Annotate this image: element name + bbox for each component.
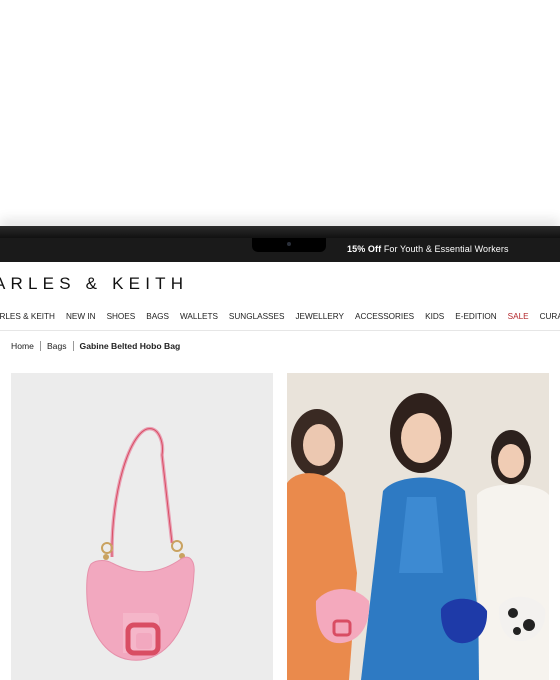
breadcrumb-bags[interactable]: Bags [47,341,67,351]
nav-item-sale[interactable]: SALE [508,309,529,325]
nav-item-sunglasses[interactable]: SUNGLASSES [229,309,285,325]
breadcrumb-home[interactable]: Home [11,341,34,351]
nav-item-e-edition[interactable]: E-EDITION [455,309,496,325]
nav-divider [0,330,560,331]
breadcrumb-current: Gabine Belted Hobo Bag [79,341,181,351]
nav-item-shoes[interactable]: SHOES [107,309,136,325]
promo-message[interactable]: 15% Off For Youth & Essential Workers [347,244,509,254]
breadcrumb: Home Bags Gabine Belted Hobo Bag [11,341,180,351]
nav-item-kids[interactable]: KIDS [425,309,444,325]
model-image[interactable] [287,373,549,680]
nav-item-brand[interactable]: ARLES & KEITH [0,309,55,325]
nav-item-bags[interactable]: BAGS [146,309,169,325]
breadcrumb-separator [72,341,74,351]
brand-logo[interactable]: ARLES & KEITH [0,274,188,294]
handbag-image [11,373,273,680]
nav-item-wallets[interactable]: WALLETS [180,309,218,325]
blank-screen-area [0,0,560,226]
main-navigation: ARLES & KEITH NEW IN SHOES BAGS WALLETS … [0,309,560,325]
promo-bar: 15% Off For Youth & Essential Workers [0,238,560,262]
website: ARLES & KEITH ARLES & KEITH NEW IN SHOES… [0,262,560,680]
nav-item-jewellery[interactable]: JEWELLERY [295,309,344,325]
breadcrumb-separator [39,341,41,351]
product-image[interactable] [11,373,273,680]
nav-item-curated[interactable]: CURATED [540,309,560,325]
camera-notch [252,238,326,252]
models-photo [287,373,549,680]
nav-item-accessories[interactable]: ACCESSORIES [355,309,414,325]
promo-text: For Youth & Essential Workers [381,244,509,254]
camera-icon [287,242,291,246]
nav-item-new-in[interactable]: NEW IN [66,309,96,325]
promo-highlight: 15% Off [347,244,382,254]
laptop-bezel [0,226,560,238]
